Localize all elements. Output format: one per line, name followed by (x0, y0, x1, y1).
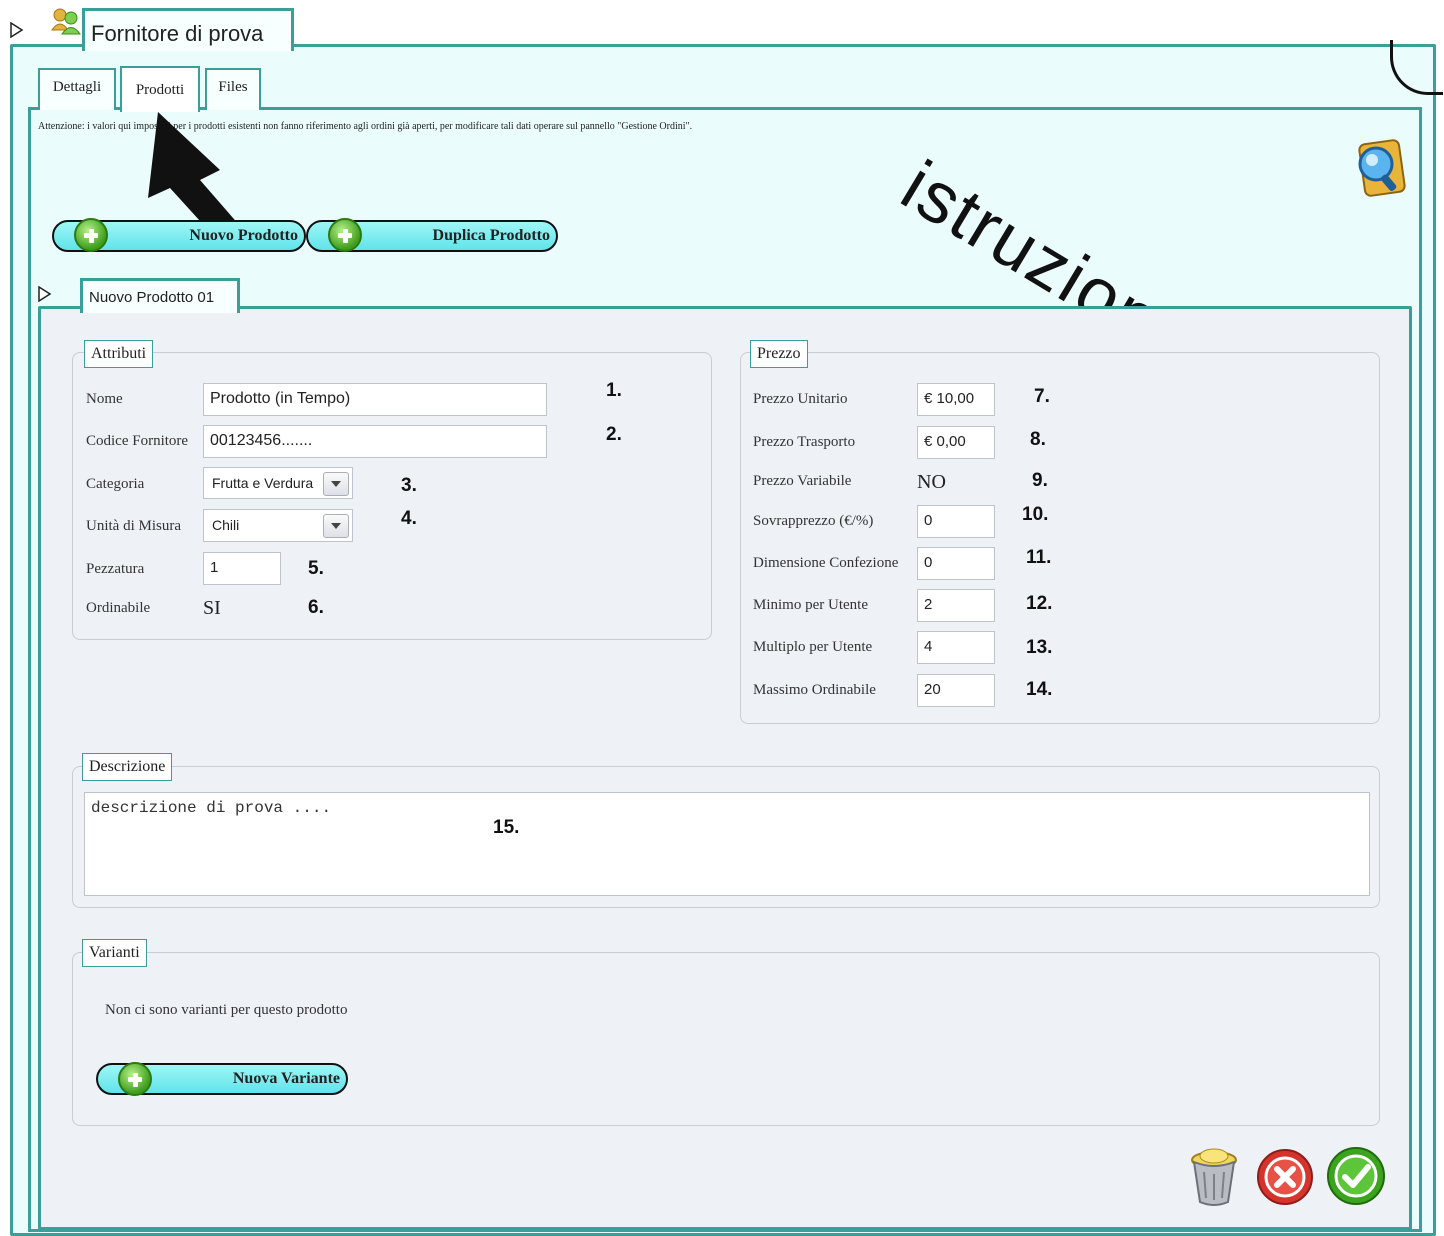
chevron-down-icon (323, 472, 349, 496)
marker-6: 6. (308, 597, 324, 618)
unita-misura-label: Unità di Misura (86, 518, 181, 534)
product-tab-label: Nuovo Prodotto 01 (89, 289, 215, 306)
nome-field[interactable]: Prodotto (in Tempo) (203, 383, 547, 416)
varianti-legend: Varianti (82, 939, 147, 967)
marker-3: 3. (401, 475, 417, 496)
collapse-toggle-icon[interactable] (10, 21, 24, 43)
unita-misura-value: Chili (212, 517, 240, 533)
pezzatura-label: Pezzatura (86, 561, 145, 577)
prezzo-unitario-label: Prezzo Unitario (753, 391, 848, 407)
varianti-empty-text: Non ci sono varianti per questo prodotto (105, 1002, 348, 1018)
codice-fornitore-field[interactable]: 00123456....... (203, 425, 547, 458)
marker-4: 4. (401, 508, 417, 529)
sovrapprezzo-field[interactable]: 0 (917, 505, 995, 538)
multiplo-utente-field[interactable]: 4 (917, 631, 995, 664)
add-icon (118, 1062, 152, 1096)
descrizione-textarea[interactable]: descrizione di prova .... (84, 792, 1370, 896)
pezzatura-field[interactable]: 1 (203, 552, 281, 585)
massimo-ordinabile-field[interactable]: 20 (917, 674, 995, 707)
marker-11: 11. (1026, 547, 1052, 568)
dimensione-confezione-field[interactable]: 0 (917, 547, 995, 580)
product-tab[interactable]: Nuovo Prodotto 01 (80, 278, 240, 313)
prezzo-trasporto-field[interactable]: € 0,00 (917, 426, 995, 459)
marker-15: 15. (493, 817, 520, 838)
massimo-ordinabile-label: Massimo Ordinabile (753, 682, 876, 698)
categoria-select[interactable]: Frutta e Verdura (203, 467, 353, 499)
prezzo-unitario-field[interactable]: € 10,00 (917, 383, 995, 416)
marker-8: 8. (1030, 429, 1046, 450)
cancel-icon[interactable] (1256, 1148, 1314, 1206)
marker-7: 7. (1034, 386, 1050, 407)
ordinabile-label: Ordinabile (86, 600, 151, 616)
confirm-icon[interactable] (1326, 1146, 1386, 1206)
tab-files[interactable]: Files (205, 68, 261, 110)
marker-12: 12. (1026, 593, 1053, 614)
categoria-value: Frutta e Verdura (212, 475, 314, 491)
dimensione-confezione-label: Dimensione Confezione (753, 555, 899, 571)
prezzo-trasporto-label: Prezzo Trasporto (753, 434, 856, 450)
arrow-annotation-icon (128, 108, 248, 232)
trash-icon[interactable] (1186, 1144, 1242, 1208)
marker-1: 1. (606, 380, 622, 401)
sovrapprezzo-label: Sovrapprezzo (€/%) (753, 513, 874, 529)
add-icon (328, 218, 362, 252)
marker-10: 10. (1022, 504, 1049, 525)
minimo-utente-field[interactable]: 2 (917, 589, 995, 622)
unita-misura-select[interactable]: Chili (203, 509, 353, 542)
add-icon (74, 218, 108, 252)
descrizione-legend: Descrizione (82, 753, 173, 781)
varianti-fieldset (72, 952, 1380, 1126)
help-search-icon[interactable] (1350, 136, 1408, 200)
tab-prodotti[interactable]: Prodotti (120, 66, 200, 112)
marker-2: 2. (606, 424, 622, 445)
window-title: Fornitore di prova (91, 21, 264, 46)
prezzo-variabile-value: NO (917, 471, 946, 493)
supplier-group-icon (50, 6, 82, 36)
ordinabile-value: SI (203, 597, 221, 619)
marker-14: 14. (1026, 679, 1053, 700)
nome-label: Nome (86, 391, 123, 407)
multiplo-utente-label: Multiplo per Utente (753, 639, 873, 655)
marker-9: 9. (1032, 470, 1048, 491)
prezzo-variabile-label: Prezzo Variabile (753, 473, 852, 489)
product-collapse-icon[interactable] (38, 285, 52, 307)
chevron-down-icon (323, 514, 349, 538)
attributi-legend: Attributi (84, 340, 154, 368)
categoria-label: Categoria (86, 476, 145, 492)
codice-fornitore-label: Codice Fornitore (86, 433, 189, 449)
prezzo-legend: Prezzo (750, 340, 808, 368)
marker-5: 5. (308, 558, 324, 579)
marker-13: 13. (1026, 637, 1053, 658)
window-title-tab: Fornitore di prova (82, 8, 294, 51)
new-variant-label: Nuova Variante (232, 1070, 340, 1087)
new-product-label: Nuovo Prodotto (189, 227, 298, 244)
tab-dettagli[interactable]: Dettagli (38, 68, 116, 110)
minimo-utente-label: Minimo per Utente (753, 597, 868, 613)
duplicate-product-label: Duplica Prodotto (432, 227, 550, 244)
